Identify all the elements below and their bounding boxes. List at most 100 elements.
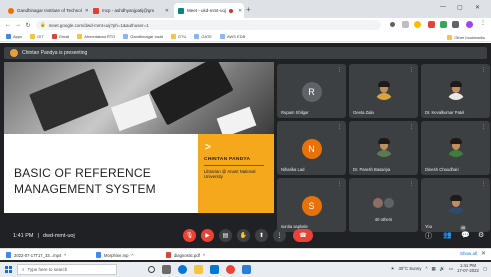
activities-icon[interactable]: ⚙ (478, 231, 484, 239)
paper-image (110, 93, 158, 132)
taskbar-clock[interactable]: 1:41 PM 17-07-2022 (457, 263, 479, 273)
avatar: N (301, 139, 322, 159)
download-item[interactable]: diagnostic.pdf ^ (166, 251, 205, 259)
notifications-icon[interactable]: ▢ (483, 266, 487, 272)
avatar: R (301, 82, 322, 102)
file-explorer-icon[interactable] (194, 265, 203, 274)
avatar (374, 137, 394, 157)
paper-image (216, 106, 257, 138)
extension-icon[interactable] (428, 21, 435, 28)
minimize-icon[interactable]: — (440, 4, 446, 10)
new-tab-icon[interactable]: + (246, 5, 251, 14)
participant-tile[interactable]: ⋮ R Rupam Shilgar (277, 64, 346, 118)
cortana-icon[interactable] (148, 266, 155, 273)
edge-icon[interactable] (178, 265, 187, 274)
present-screen-button[interactable]: ⬆ (255, 229, 268, 242)
separator: | (37, 233, 39, 239)
bookmark-item[interactable]: GATE (194, 34, 212, 39)
download-item[interactable]: 2022-07-17T17_33...mp4 ^ (6, 251, 66, 259)
folder-icon (447, 35, 453, 40)
site-favicon-icon (8, 7, 14, 14)
browser-tab-strip: Gandhinagar Institute of Technol ✕ mcp -… (0, 0, 491, 18)
participant-tile[interactable]: ⋮ Dinesh Chaudhari (421, 121, 490, 175)
share-icon[interactable] (402, 21, 409, 28)
file-icon (96, 252, 101, 258)
menu-kebab-icon[interactable]: ⋮ (480, 19, 487, 26)
bookmark-star-icon[interactable] (414, 21, 421, 28)
bookmark-item[interactable]: AWS EDB (219, 34, 245, 39)
chrome-icon[interactable] (226, 265, 235, 274)
participant-tile[interactable]: ⋮ Dr. Kevalkumar Patel (421, 64, 490, 118)
tab-gmail[interactable]: mcp - ashdhyanjpatij@gm ✕ (89, 3, 173, 18)
task-view-icon[interactable] (162, 265, 171, 274)
reload-icon[interactable]: ↻ (23, 22, 33, 29)
captions-button[interactable]: ▤ (219, 229, 232, 242)
back-icon[interactable]: ← (3, 22, 13, 28)
bookmark-item[interactable]: Gmail (51, 34, 69, 39)
presenting-banner: Chintan Pandya is presenting (4, 47, 487, 59)
tab-gandhinagar[interactable]: Gandhinagar Institute of Technol ✕ (4, 3, 88, 18)
taskbar-search-input[interactable]: ⌕ Type here to search (17, 264, 117, 275)
bookmarks-bar: Apps GIT Gmail Ahmedabad RTO Gandhinagar… (0, 32, 491, 42)
meeting-code: dwd-mmt-uoj (42, 233, 75, 239)
slide-title: BASIC OF REFERENCE MANAGEMENT SYSTEM (14, 166, 156, 196)
other-bookmarks[interactable]: Other bookmarks (447, 35, 485, 40)
close-icon[interactable]: ✕ (481, 250, 486, 257)
profile-avatar[interactable] (466, 21, 473, 28)
chevron-up-icon[interactable]: ^ (64, 253, 66, 258)
maximize-icon[interactable]: ▢ (457, 4, 463, 11)
chevron-up-icon[interactable]: ^ (203, 253, 205, 258)
recording-indicator-icon (229, 8, 234, 13)
chevron-up-icon[interactable]: ^ (425, 266, 427, 271)
url-field[interactable]: 🔒 meet.google.com/dwd-mmt-uoj?ph=1&authu… (36, 20, 381, 30)
camera-in-use-icon[interactable] (390, 22, 395, 27)
leave-call-button[interactable]: ☎ (293, 229, 313, 242)
chevron-up-icon[interactable]: ^ (131, 253, 133, 258)
volume-icon[interactable]: 🔊 (440, 266, 445, 272)
battery-icon[interactable]: ▭ (449, 266, 453, 272)
chat-icon[interactable]: 💬 (461, 231, 470, 239)
forward-icon[interactable]: → (13, 22, 23, 28)
search-icon: ⌕ (22, 267, 25, 272)
word-icon[interactable] (242, 265, 251, 274)
presenter-avatar (10, 49, 18, 57)
avatar: S (301, 196, 322, 216)
participant-tile[interactable]: ⋮ Dr. Paresh Basariya (349, 121, 418, 175)
participant-name: Rupam Shilgar (281, 110, 309, 115)
bookmark-item[interactable]: Ahmedabad RTO (77, 34, 115, 39)
bookmark-item[interactable]: Gandhinagar Instit (123, 34, 163, 39)
participant-name: Dr. Paresh Basariya (353, 167, 391, 172)
network-icon[interactable]: ▦ (431, 266, 435, 272)
tab-title: mcp - ashdhyanjpatij@gm (102, 8, 155, 13)
mic-off-button[interactable]: 🎙 (183, 229, 196, 242)
tab-meet[interactable]: Meet - ukd-mmt-uoj ✕ (174, 3, 244, 18)
extensions-puzzle-icon[interactable] (452, 21, 459, 28)
store-icon[interactable] (210, 265, 219, 274)
mic-muted-icon: ⋮ (481, 181, 486, 187)
download-item[interactable]: Morphine.mp ^ (96, 251, 133, 259)
bookmark-item[interactable]: GIT (30, 34, 44, 39)
mic-muted-icon: ⋮ (409, 181, 414, 187)
apps-grid-icon (6, 34, 11, 39)
avatar (446, 137, 466, 157)
bookmark-item[interactable]: Apps (6, 34, 22, 39)
close-tab-icon[interactable]: ✕ (238, 8, 242, 14)
camera-off-button[interactable]: ▶ (201, 229, 214, 242)
mic-muted-icon: ⋮ (337, 181, 342, 187)
weather-icon[interactable]: ☀ (391, 266, 395, 272)
close-tab-icon[interactable]: ✕ (85, 8, 88, 14)
windows-start-icon[interactable] (5, 266, 12, 273)
participant-tile[interactable]: ⋮ N Niharika Lad (277, 121, 346, 175)
participant-tile[interactable]: ⋮ Geeta Zala (349, 64, 418, 118)
close-window-icon[interactable]: ✕ (475, 4, 480, 11)
extension-icon[interactable] (440, 21, 447, 28)
mic-muted-icon: ⋮ (337, 124, 342, 130)
people-icon[interactable]: 👥 (443, 231, 452, 239)
info-icon[interactable]: ⓘ (425, 231, 432, 241)
bookmark-item[interactable]: GTU (170, 34, 186, 39)
more-options-button[interactable]: ⋮ (273, 229, 286, 242)
raise-hand-button[interactable]: ✋ (237, 229, 250, 242)
show-all-downloads-link[interactable]: Show all (460, 251, 477, 256)
weather-text[interactable]: 30°C Sunny (398, 266, 421, 271)
close-tab-icon[interactable]: ✕ (165, 8, 169, 14)
